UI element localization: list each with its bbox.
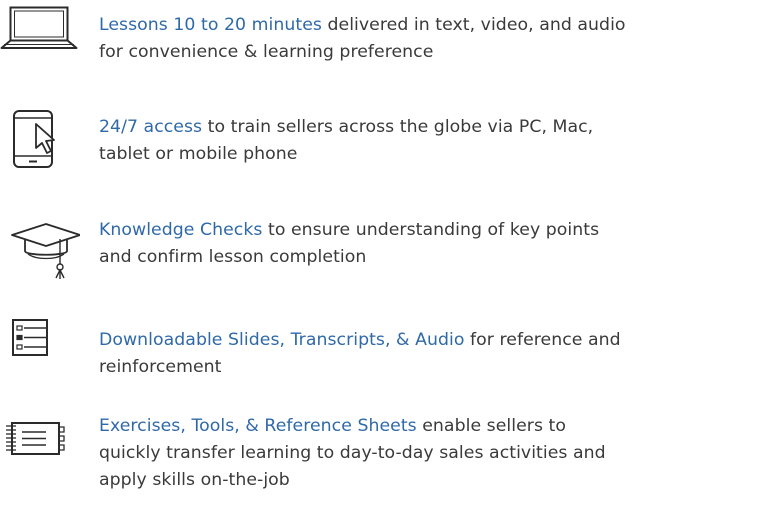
feature-description-line2: reinforcement	[99, 357, 222, 377]
feature-description-line2: for convenience & learning preference	[99, 42, 434, 62]
feature-text: Downloadable Slides, Transcripts, & Audi…	[99, 327, 754, 381]
notebook-icon	[4, 419, 66, 463]
feature-description-line2: quickly transfer learning to day-to-day …	[99, 443, 606, 463]
feature-description: delivered in text, video, and audio	[321, 15, 626, 35]
feature-text: Exercises, Tools, & Reference Sheets ena…	[99, 413, 754, 494]
laptop-icon	[0, 6, 80, 54]
feature-highlight: 24/7 access	[99, 117, 203, 137]
feature-description-line2: tablet or mobile phone	[99, 144, 298, 164]
tablet-touch-icon	[12, 110, 68, 174]
feature-highlight: Knowledge Checks	[99, 220, 263, 240]
feature-highlight: Downloadable Slides, Transcripts, & Audi…	[99, 330, 465, 350]
feature-description: to ensure understanding of key points	[262, 220, 600, 240]
feature-description: to train sellers across the globe via PC…	[202, 117, 594, 137]
feature-highlight: Lessons 10 to 20 minutes	[99, 15, 322, 35]
feature-description: enable sellers to	[416, 416, 566, 436]
graduation-cap-icon	[8, 216, 81, 290]
feature-text: Knowledge Checks to ensure understanding…	[99, 217, 754, 271]
feature-text: Lessons 10 to 20 minutes delivered in te…	[99, 12, 754, 66]
feature-highlight: Exercises, Tools, & Reference Sheets	[99, 416, 417, 436]
checklist-icon	[12, 319, 52, 363]
feature-description-line3: apply skills on-the-job	[99, 470, 290, 490]
feature-description-line2: and confirm lesson completion	[99, 247, 367, 267]
feature-description: for reference and	[464, 330, 621, 350]
feature-text: 24/7 access to train sellers across the …	[99, 114, 754, 168]
